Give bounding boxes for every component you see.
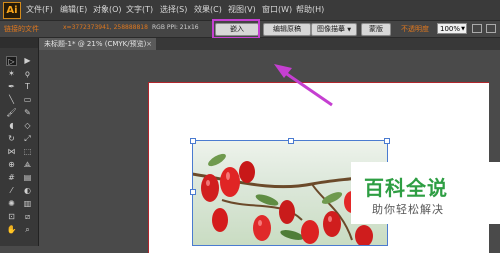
watermark-subtitle: 助你轻松解决	[372, 203, 444, 216]
watermark-title: 百科全说	[364, 176, 448, 200]
